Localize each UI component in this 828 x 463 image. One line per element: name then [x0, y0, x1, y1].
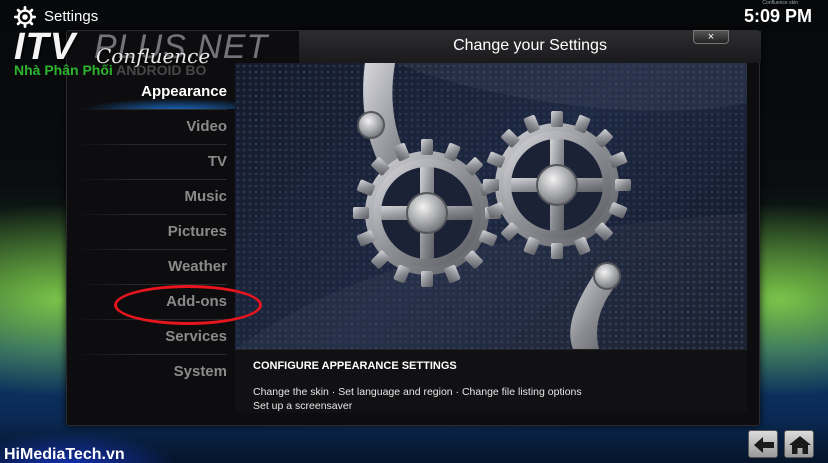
home-icon [789, 436, 811, 454]
description-line: Change the skin · Set language and regio… [253, 386, 582, 398]
menu-item-video[interactable]: Video [67, 110, 235, 144]
menu-item-appearance[interactable]: Appearance [67, 75, 235, 109]
description-line: Set up a screensaver [253, 400, 353, 412]
gear-icon [14, 6, 36, 28]
back-arrow-icon [754, 437, 774, 453]
back-button[interactable] [748, 430, 778, 458]
dialog-title: Change your Settings [299, 31, 761, 63]
menu-item-services[interactable]: Services [67, 320, 235, 354]
home-button[interactable] [784, 430, 814, 458]
settings-menu: Appearance Video TV Music Pictures Weath… [67, 75, 235, 415]
appearance-preview-image [235, 63, 747, 349]
menu-item-pictures[interactable]: Pictures [67, 215, 235, 249]
watermark-text: HiMediaTech.vn [4, 446, 125, 463]
clock: 5:09 PM [743, 6, 812, 26]
description-heading: CONFIGURE APPEARANCE SETTINGS [253, 360, 457, 372]
menu-item-tv[interactable]: TV [67, 145, 235, 179]
menu-item-system[interactable]: System [67, 355, 235, 389]
menu-item-weather[interactable]: Weather [67, 250, 235, 284]
description-panel: CONFIGURE APPEARANCE SETTINGS Change the… [235, 349, 747, 413]
close-button[interactable]: × [693, 30, 729, 44]
window-title: Settings [44, 8, 99, 25]
menu-item-music[interactable]: Music [67, 180, 235, 214]
content-panel: CONFIGURE APPEARANCE SETTINGS Change the… [235, 63, 747, 413]
skin-logo: Confluence [96, 44, 211, 68]
highlight-circle [114, 285, 262, 325]
settings-dialog: Change your Settings × Appearance Video … [66, 30, 761, 426]
gears-artwork [235, 63, 747, 349]
